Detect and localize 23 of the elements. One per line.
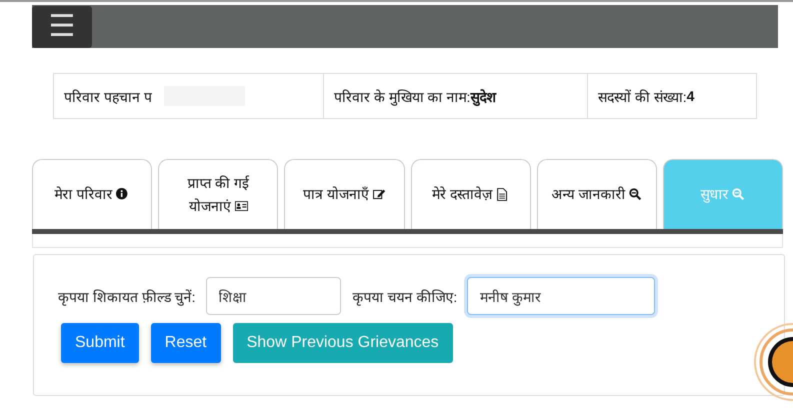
- document-icon: [496, 188, 509, 202]
- search-icon: [629, 188, 642, 202]
- info-label: परिवार पहचान प: [64, 88, 152, 106]
- info-label: परिवार के मुखिया का नाम:: [334, 88, 470, 106]
- info-icon: [116, 188, 130, 202]
- tab[interactable]: मेरे दस्तावेज़: [410, 159, 531, 229]
- action-button[interactable]: Submit: [61, 323, 139, 363]
- field-label: कृपया चयन कीजिए:: [352, 288, 458, 306]
- field-label: कृपया शिकायत फ़ील्ड चुनें:: [58, 288, 196, 306]
- info-value: सुदेश: [470, 88, 496, 106]
- tab[interactable]: प्राप्त की गई योजनाएं: [158, 159, 278, 229]
- edit-icon: [372, 188, 386, 202]
- input-field[interactable]: मनीष कुमार: [467, 277, 656, 315]
- search-icon: [732, 188, 746, 202]
- tab[interactable]: अन्य जानकारी: [536, 159, 657, 229]
- input-field[interactable]: शिक्षा: [206, 277, 341, 315]
- menu-button[interactable]: ☰: [32, 6, 92, 48]
- action-button[interactable]: Reset: [150, 323, 221, 363]
- tab[interactable]: पात्र योजनाएँ: [284, 159, 405, 229]
- tab[interactable]: मेरा परिवार: [32, 159, 152, 229]
- id-card-icon: [234, 200, 248, 212]
- info-label: सदस्यों की संख्या:: [598, 88, 687, 106]
- info-value: 4: [686, 88, 694, 104]
